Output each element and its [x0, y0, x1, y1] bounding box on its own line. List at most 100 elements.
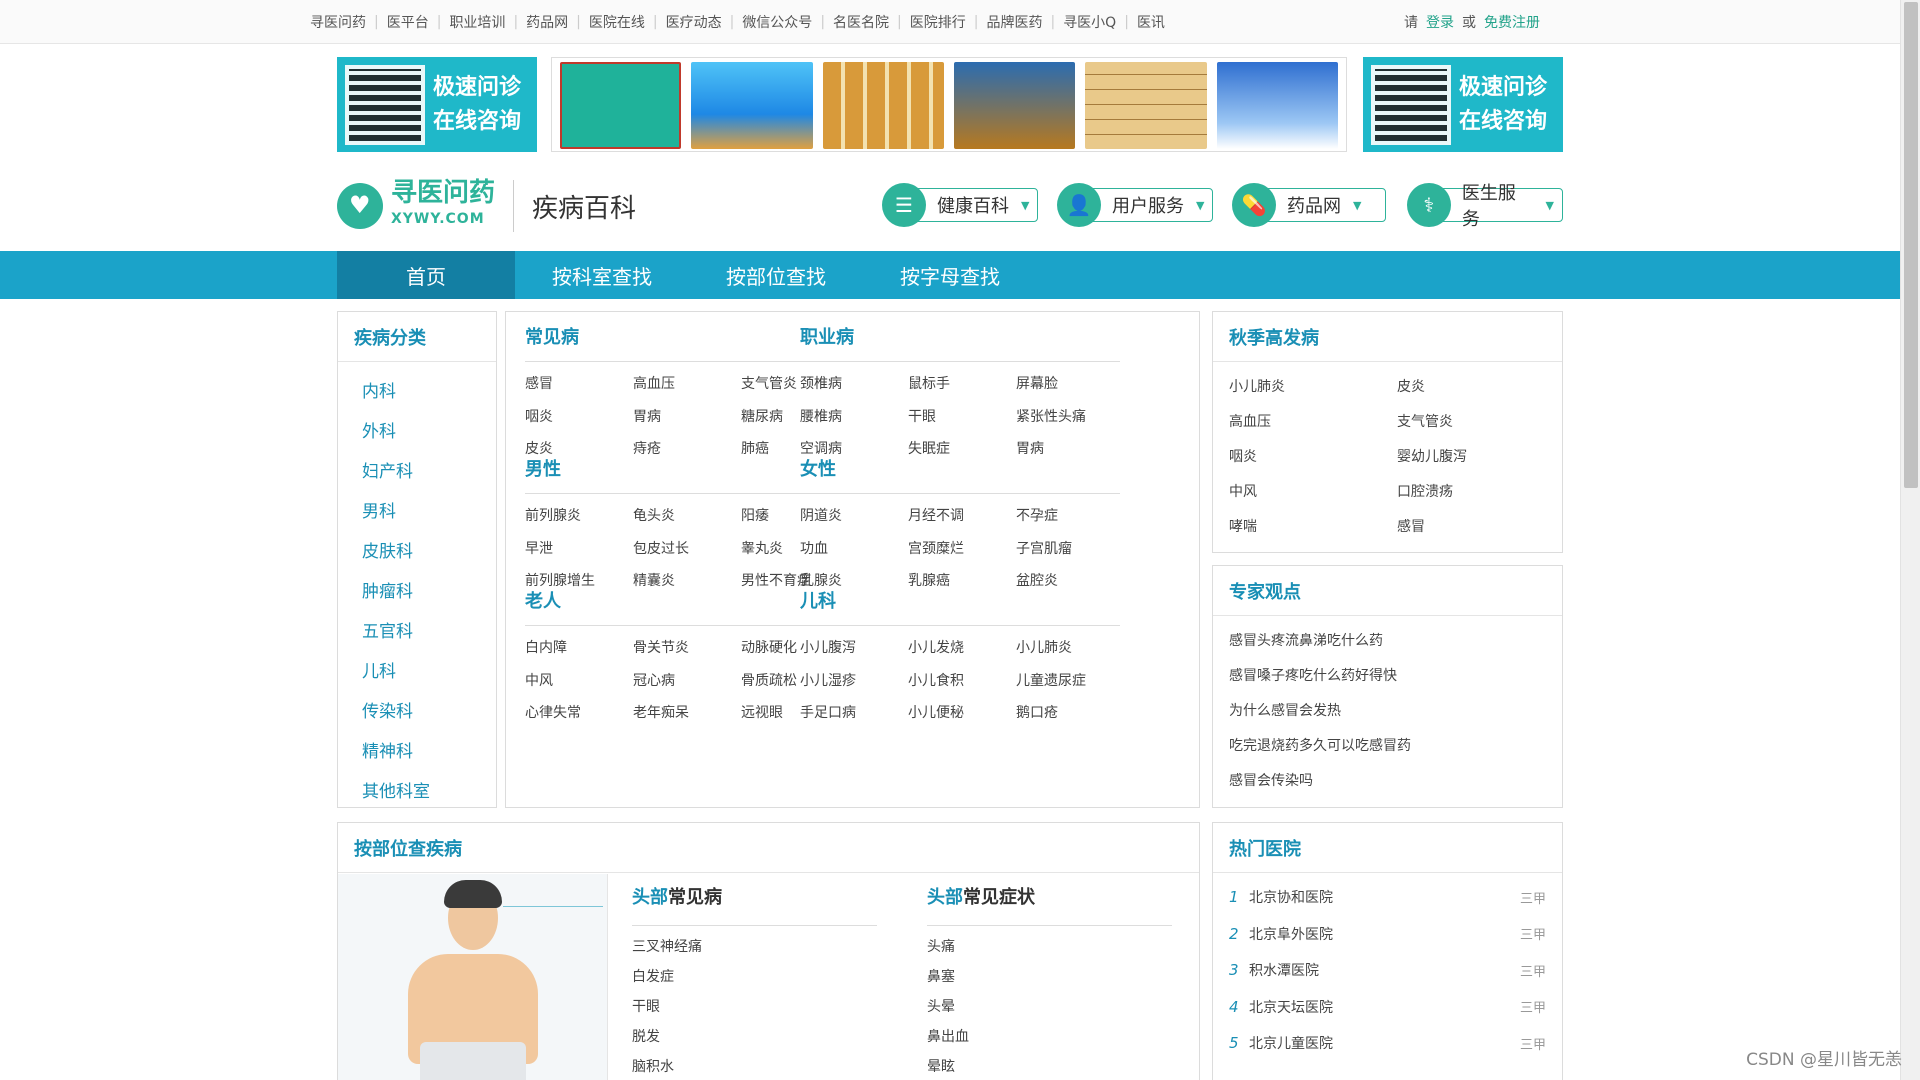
disease-link[interactable]: 包皮过长	[633, 533, 741, 566]
service-drug[interactable]: 💊 药品网 ▼	[1232, 183, 1386, 227]
category-item[interactable]: 五官科	[362, 612, 496, 652]
hospital-row[interactable]: 3 积水潭医院 三甲	[1229, 952, 1546, 989]
qr-banner-left[interactable]: 极速问诊 在线咨询	[337, 57, 537, 152]
hospital-row[interactable]: 2 北京阜外医院 三甲	[1229, 916, 1546, 953]
disease-link[interactable]: 白内障	[525, 632, 633, 665]
disease-link[interactable]: 高血压	[1229, 405, 1397, 440]
category-item[interactable]: 外科	[362, 412, 496, 452]
game-ad-5[interactable]	[1085, 62, 1207, 149]
disease-link[interactable]: 心律失常	[525, 697, 633, 730]
hospital-name[interactable]: 北京阜外医院	[1249, 924, 1520, 944]
disease-link[interactable]: 中风	[525, 665, 633, 698]
expert-article-link[interactable]: 感冒头疼流鼻涕吃什么药	[1229, 624, 1562, 659]
top-link[interactable]: 医院排行	[910, 12, 966, 32]
symptom-link[interactable]: 头痛	[927, 932, 1172, 962]
top-link[interactable]: 医院在线	[589, 12, 645, 32]
disease-link[interactable]: 咽炎	[525, 401, 633, 434]
symptom-link[interactable]: 鼻出血	[927, 1022, 1172, 1052]
disease-link[interactable]: 冠心病	[633, 665, 741, 698]
register-link[interactable]: 免费注册	[1484, 12, 1540, 32]
top-link[interactable]: 微信公众号	[742, 12, 812, 32]
category-item[interactable]: 男科	[362, 492, 496, 532]
group-title[interactable]: 女性	[800, 448, 1120, 494]
disease-link[interactable]: 鹅口疮	[1016, 697, 1120, 730]
disease-link[interactable]: 小儿湿疹	[800, 665, 908, 698]
nav-by-body-part[interactable]: 按部位查找	[689, 251, 863, 299]
nav-by-letter[interactable]: 按字母查找	[863, 251, 1037, 299]
disease-link[interactable]: 干眼	[908, 401, 1016, 434]
disease-link[interactable]: 小儿食积	[908, 665, 1016, 698]
disease-link[interactable]: 支气管炎	[1397, 405, 1565, 440]
disease-link[interactable]: 紧张性头痛	[1016, 401, 1120, 434]
hospital-name[interactable]: 北京天坛医院	[1249, 997, 1520, 1017]
disease-link[interactable]: 小儿肺炎	[1229, 370, 1397, 405]
site-logo[interactable]: 寻医问药 XYWY.COM 疾病百科	[337, 180, 636, 232]
disease-link[interactable]: 早泄	[525, 533, 633, 566]
game-ad-3[interactable]	[822, 62, 945, 149]
nav-home[interactable]: 首页	[337, 251, 515, 299]
disease-link[interactable]: 老年痴呆	[633, 697, 741, 730]
disease-link[interactable]: 子宫肌瘤	[1016, 533, 1120, 566]
disease-link[interactable]: 颈椎病	[800, 368, 908, 401]
disease-link[interactable]: 龟头炎	[633, 500, 741, 533]
disease-link[interactable]: 小儿腹泻	[800, 632, 908, 665]
disease-link[interactable]: 腰椎病	[800, 401, 908, 434]
expert-article-link[interactable]: 感冒嗓子疼吃什么药好得快	[1229, 659, 1562, 694]
disease-link[interactable]: 手足口病	[800, 697, 908, 730]
game-ad-6[interactable]	[1216, 62, 1338, 149]
disease-link[interactable]: 儿童遗尿症	[1016, 665, 1120, 698]
service-health-wiki[interactable]: ☰ 健康百科 ▼	[882, 183, 1039, 227]
group-title[interactable]: 儿科	[800, 580, 1120, 626]
page-scrollbar[interactable]	[1900, 0, 1920, 1080]
disease-link[interactable]: 月经不调	[908, 500, 1016, 533]
group-title[interactable]: 老人	[525, 580, 845, 626]
category-item[interactable]: 精神科	[362, 732, 496, 772]
qr-banner-right[interactable]: 极速问诊 在线咨询	[1363, 57, 1563, 152]
hospital-row[interactable]: 1 北京协和医院 三甲	[1229, 879, 1546, 916]
disease-link[interactable]: 鼠标手	[908, 368, 1016, 401]
body-illustration[interactable]	[338, 874, 608, 1080]
nav-by-department[interactable]: 按科室查找	[515, 251, 689, 299]
top-link[interactable]: 寻医问药	[310, 12, 366, 32]
disease-link[interactable]: 前列腺炎	[525, 500, 633, 533]
expert-article-link[interactable]: 为什么感冒会发热	[1229, 694, 1562, 729]
disease-link[interactable]: 三叉神经痛	[632, 932, 877, 962]
top-link[interactable]: 医疗动态	[666, 12, 722, 32]
hospital-row[interactable]: 5 北京儿童医院 三甲	[1229, 1025, 1546, 1062]
symptom-link[interactable]: 晕眩	[927, 1052, 1172, 1080]
group-title[interactable]: 职业病	[800, 316, 1120, 362]
top-link[interactable]: 品牌医药	[986, 12, 1042, 32]
service-user[interactable]: 👤 用户服务 ▼	[1057, 183, 1214, 227]
category-item[interactable]: 肿瘤科	[362, 572, 496, 612]
hospital-row[interactable]: 4 北京天坛医院 三甲	[1229, 989, 1546, 1026]
disease-link[interactable]: 脱发	[632, 1022, 877, 1052]
disease-link[interactable]: 中风	[1229, 475, 1397, 510]
hospital-name[interactable]: 积水潭医院	[1249, 960, 1520, 980]
category-item[interactable]: 皮肤科	[362, 532, 496, 572]
disease-link[interactable]: 不孕症	[1016, 500, 1120, 533]
disease-link[interactable]: 干眼	[632, 992, 877, 1022]
game-ad-1[interactable]	[560, 62, 682, 149]
symptom-link[interactable]: 头晕	[927, 992, 1172, 1022]
disease-link[interactable]: 脑积水	[632, 1052, 877, 1080]
expert-article-link[interactable]: 吃完退烧药多久可以吃感冒药	[1229, 729, 1562, 764]
disease-link[interactable]: 骨关节炎	[633, 632, 741, 665]
group-title[interactable]: 男性	[525, 448, 845, 494]
disease-link[interactable]: 皮炎	[1397, 370, 1565, 405]
disease-link[interactable]: 感冒	[1397, 510, 1565, 545]
top-link[interactable]: 药品网	[526, 12, 568, 32]
top-link[interactable]: 职业培训	[449, 12, 505, 32]
category-item[interactable]: 其他科室	[362, 772, 496, 812]
top-link[interactable]: 名医名院	[833, 12, 889, 32]
game-ad-2[interactable]	[691, 62, 813, 149]
disease-link[interactable]: 小儿便秘	[908, 697, 1016, 730]
top-link[interactable]: 医平台	[387, 12, 429, 32]
disease-link[interactable]: 哮喘	[1229, 510, 1397, 545]
disease-link[interactable]: 功血	[800, 533, 908, 566]
disease-link[interactable]: 屏幕脸	[1016, 368, 1120, 401]
disease-link[interactable]: 胃病	[633, 401, 741, 434]
service-doctor[interactable]: ⚕ 医生服务 ▼	[1407, 183, 1563, 230]
group-title[interactable]: 常见病	[525, 316, 845, 362]
disease-link[interactable]: 小儿发烧	[908, 632, 1016, 665]
disease-link[interactable]: 宫颈糜烂	[908, 533, 1016, 566]
